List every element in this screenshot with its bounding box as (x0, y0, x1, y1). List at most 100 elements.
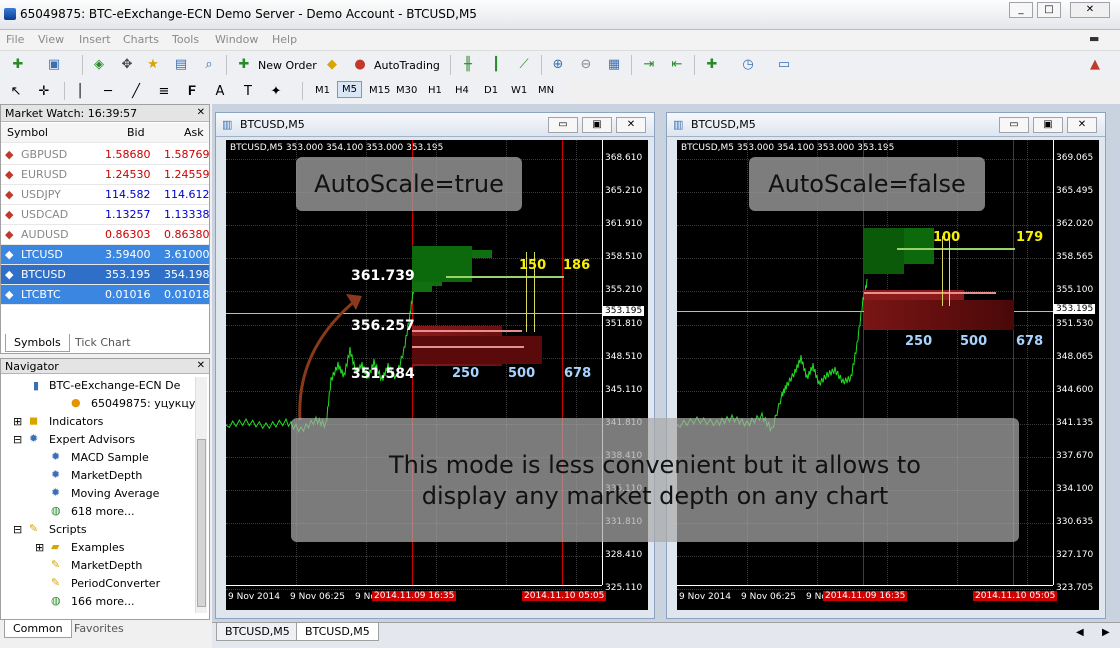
expand-examples-icon[interactable]: ⊞ (35, 541, 44, 554)
nav-account[interactable]: 65049875: уцукцук (91, 397, 202, 410)
new-order-icon[interactable]: ✚ (234, 54, 254, 74)
navigator-close-icon[interactable]: ✕ (197, 360, 205, 371)
col-symbol[interactable]: Symbol (7, 126, 48, 139)
chart-tab[interactable]: BTCUSD,M5 (216, 623, 299, 641)
nav-expert-more[interactable]: 618 more... (71, 505, 134, 518)
minimize-button[interactable]: _ (1009, 2, 1033, 18)
nav-expert-advisors[interactable]: Expert Advisors (49, 433, 135, 446)
col-bid[interactable]: Bid (127, 126, 145, 139)
menu-file[interactable]: File (6, 33, 24, 46)
terminal-icon[interactable]: ▤ (171, 54, 191, 74)
market-watch-row[interactable]: ◆ LTCUSD 3.59400 3.61000 (1, 245, 210, 265)
horizontal-line-icon[interactable]: ─ (98, 81, 118, 101)
tf-mn[interactable]: MN (538, 85, 554, 96)
tab-symbols[interactable]: Symbols (5, 334, 70, 352)
market-watch-row[interactable]: ◆ GBPUSD 1.58680 1.58769 (1, 145, 210, 165)
menu-help[interactable]: Help (272, 33, 297, 46)
market-watch-row[interactable]: ◆ BTCUSD 353.195 354.198 (1, 265, 210, 285)
market-watch-row[interactable]: ◆ AUDUSD 0.86303 0.86380 (1, 225, 210, 245)
vertical-line-icon[interactable]: │ (70, 81, 90, 101)
new-order-button[interactable]: New Order (258, 59, 317, 72)
close-button[interactable]: ✕ (1070, 2, 1110, 18)
zoom-out-icon[interactable]: ⊖ (576, 54, 596, 74)
tf-h4[interactable]: H4 (455, 85, 469, 96)
maximize-button[interactable]: □ (1037, 2, 1061, 18)
tf-m5[interactable]: M5 (337, 81, 362, 98)
tf-h1[interactable]: H1 (428, 85, 442, 96)
market-watch-row[interactable]: ◆ USDCAD 1.13257 1.13338 (1, 205, 210, 225)
chart-minimize-button[interactable]: ▭ (999, 117, 1029, 133)
chart-close-button[interactable]: ✕ (1067, 117, 1097, 133)
text-icon[interactable]: A (210, 81, 230, 101)
collapse-scripts-icon[interactable]: ⊟ (13, 523, 22, 536)
expand-indicators-icon[interactable]: ⊞ (13, 415, 22, 428)
tabs-left-icon[interactable]: ◀ (1076, 627, 1084, 638)
nav-script-item[interactable]: PeriodConverter (71, 577, 160, 590)
market-watch-close-icon[interactable]: ✕ (197, 107, 205, 118)
tabs-right-icon[interactable]: ▶ (1102, 627, 1110, 638)
chart-close-button[interactable]: ✕ (616, 117, 646, 133)
chart-shift-icon[interactable]: ⇥ (639, 54, 659, 74)
tile-windows-icon[interactable]: ▦ (604, 54, 624, 74)
tab-favorites[interactable]: Favorites (66, 620, 132, 638)
tf-w1[interactable]: W1 (511, 85, 527, 96)
menu-insert[interactable]: Insert (79, 33, 111, 46)
nav-script-item[interactable]: MarketDepth (71, 559, 142, 572)
bar-chart-icon[interactable]: ╫ (458, 54, 478, 74)
chart-tab-active[interactable]: BTCUSD,M5 (296, 623, 379, 641)
nav-scripts[interactable]: Scripts (49, 523, 87, 536)
shapes-icon[interactable]: ✦ (266, 81, 286, 101)
market-watch-icon[interactable]: ◈ (89, 54, 109, 74)
menu-tools[interactable]: Tools (172, 33, 199, 46)
notification-icon[interactable]: ▲ (1085, 54, 1105, 74)
menu-charts[interactable]: Charts (123, 33, 159, 46)
nav-expert-item[interactable]: Moving Average (71, 487, 159, 500)
tester-icon[interactable]: ⌕ (199, 54, 219, 74)
nav-script-more[interactable]: 166 more... (71, 595, 134, 608)
collapse-experts-icon[interactable]: ⊟ (13, 433, 22, 446)
crosshair-icon[interactable]: ✛ (34, 81, 54, 101)
autotrading-icon[interactable]: ● (350, 54, 370, 74)
line-chart-icon[interactable]: ⟋ (514, 54, 534, 74)
col-ask[interactable]: Ask (184, 126, 204, 139)
tf-m30[interactable]: M30 (396, 85, 417, 96)
menu-window[interactable]: Window (215, 33, 258, 46)
menu-minimize-icon[interactable]: ▬ (1089, 32, 1099, 45)
trendline-icon[interactable]: ╱ (126, 81, 146, 101)
nav-expert-item[interactable]: MACD Sample (71, 451, 149, 464)
indicators-icon[interactable]: ✚ (702, 54, 722, 74)
fibonacci-icon[interactable]: 𝐅 (182, 81, 202, 101)
nav-indicators[interactable]: Indicators (49, 415, 103, 428)
label-icon[interactable]: T (238, 81, 258, 101)
market-watch-row[interactable]: ◆ LTCBTC 0.01016 0.01018 (1, 285, 210, 305)
autoscroll-icon[interactable]: ⇤ (667, 54, 687, 74)
tf-m15[interactable]: M15 (369, 85, 390, 96)
zoom-in-icon[interactable]: ⊕ (548, 54, 568, 74)
navigator-scrollbar[interactable] (195, 377, 207, 613)
new-chart-icon[interactable]: ✚ (8, 54, 28, 74)
nav-expert-item[interactable]: MarketDepth (71, 469, 142, 482)
data-window-icon[interactable]: ✥ (117, 54, 137, 74)
tf-m1[interactable]: M1 (315, 85, 330, 96)
market-watch-row[interactable]: ◆ USDJPY 114.582 114.612 (1, 185, 210, 205)
market-watch-row[interactable]: ◆ EURUSD 1.24530 1.24559 (1, 165, 210, 185)
chart-maximize-button[interactable]: ▣ (582, 117, 612, 133)
tf-d1[interactable]: D1 (484, 85, 498, 96)
time-label: 9 Nov 2014 (228, 592, 280, 602)
menu-view[interactable]: View (38, 33, 64, 46)
metaeditor-icon[interactable]: ◆ (322, 54, 342, 74)
chart-maximize-button[interactable]: ▣ (1033, 117, 1063, 133)
autotrading-button[interactable]: AutoTrading (374, 59, 440, 72)
cursor-icon[interactable]: ↖ (6, 81, 26, 101)
templates-icon[interactable]: ▭ (774, 54, 794, 74)
chart-minimize-button[interactable]: ▭ (548, 117, 578, 133)
tab-common[interactable]: Common (4, 620, 72, 638)
navigator-icon[interactable]: ★ (143, 54, 163, 74)
nav-server[interactable]: BTC-eExchange-ECN De (49, 379, 180, 392)
periods-icon[interactable]: ◷ (738, 54, 758, 74)
profiles-icon[interactable]: ▣ (44, 54, 64, 74)
tab-tick-chart[interactable]: Tick Chart (67, 334, 139, 352)
candlestick-icon[interactable]: ┃ (486, 54, 506, 74)
nav-script-item[interactable]: Examples (71, 541, 124, 554)
channel-icon[interactable]: ≡ (154, 81, 174, 101)
